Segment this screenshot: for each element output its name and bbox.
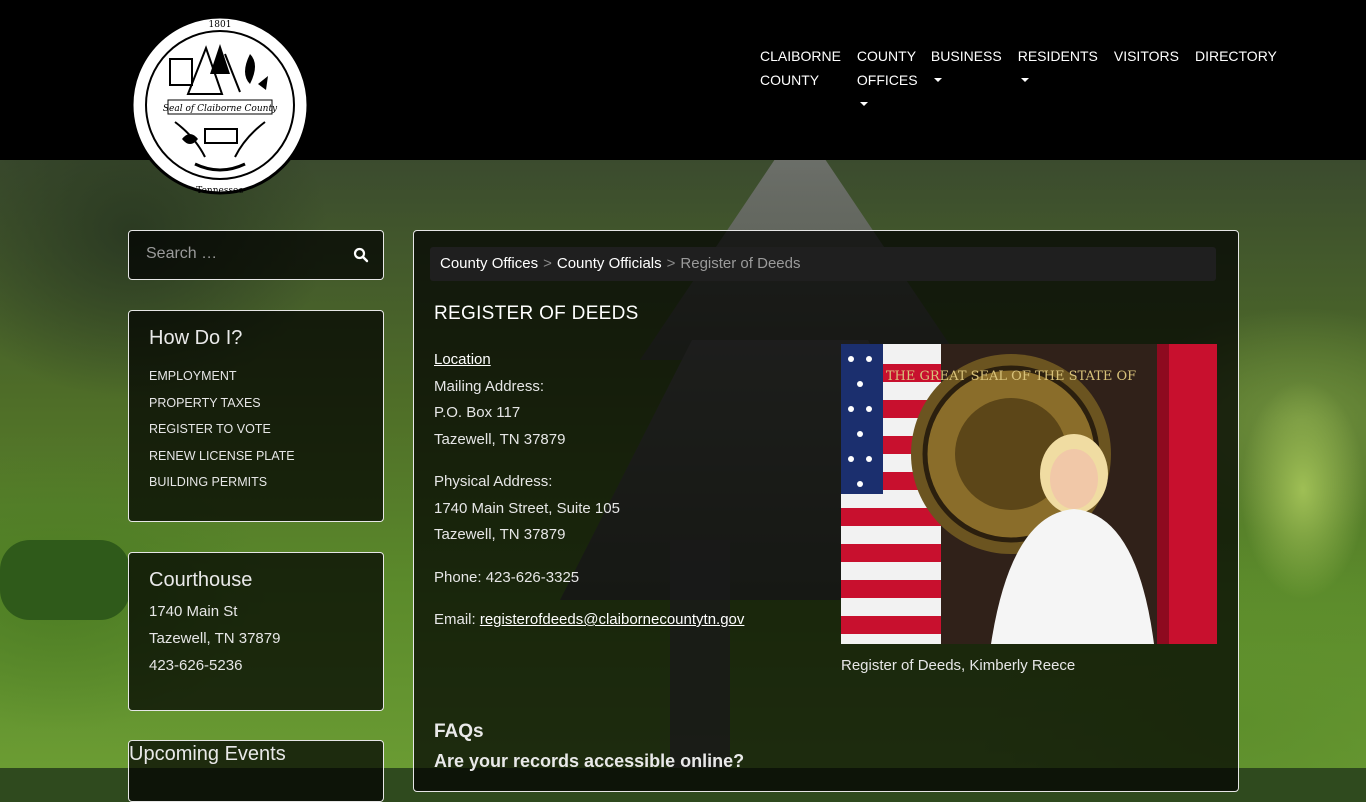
location-heading: Location (434, 351, 491, 368)
nav-label-line2: COUNTY (760, 72, 820, 88)
email-label: Email: (434, 611, 480, 628)
phone-line: Phone: 423-626-3325 (434, 568, 580, 586)
widget-title: Upcoming Events (129, 743, 286, 765)
widget-title: How Do I? (149, 327, 243, 349)
willow-tree (1240, 380, 1366, 600)
search-box: Search … (128, 230, 384, 280)
mailing-label: Mailing Address: (434, 377, 545, 395)
courthouse-city: Tazewell, TN 37879 (149, 630, 281, 647)
contact-info: Location Mailing Address: P.O. Box 117 T… (434, 347, 744, 634)
link-building-permits[interactable]: BUILDING PERMITS (149, 469, 295, 496)
link-property-taxes[interactable]: PROPERTY TAXES (149, 390, 295, 417)
faq-question[interactable]: Are your records accessible online? (434, 751, 744, 772)
seal-name-text: Seal of Claiborne County (163, 104, 278, 114)
search-input[interactable]: Search … (146, 245, 217, 263)
breadcrumb: County Offices > County Officials > Register… (430, 247, 1216, 281)
courthouse-widget: Courthouse 1740 Main St Tazewell, TN 378… (128, 552, 384, 711)
link-register-to-vote[interactable]: REGISTER TO VOTE (149, 416, 295, 443)
physical-label: Physical Address: (434, 473, 553, 490)
nav-label-line2: OFFICES (856, 72, 918, 88)
email-link[interactable]: registerofdeeds@claibornecountytn.gov (480, 611, 745, 628)
courthouse-phone: 423-626-5236 (149, 657, 243, 674)
search-icon[interactable] (353, 247, 369, 263)
nav-label: BUSINESS (930, 48, 1002, 64)
widget-title: Courthouse (149, 569, 253, 591)
page-title: REGISTER OF DEEDS (434, 303, 639, 324)
nav-label-line1: COUNTY (856, 48, 917, 64)
nav-business[interactable]: BUSINESS (931, 44, 1002, 106)
county-seal-logo[interactable]: 1801 Tennessee Seal of Claiborne County (130, 14, 310, 196)
breadcrumb-separator: > (543, 255, 552, 272)
caret-down-icon (859, 102, 868, 106)
email-line: Email: registerofdeeds@claibornecountytn… (434, 607, 744, 634)
nav-county-offices[interactable]: COUNTY OFFICES (856, 44, 918, 106)
main-content: County Offices > County Officials > Register… (413, 230, 1239, 792)
mailing-line1: P.O. Box 117 (434, 404, 521, 421)
photo-caption: Register of Deeds, Kimberly Reece (841, 657, 1076, 674)
photo-seal-text: THE GREAT SEAL OF THE STATE OF (886, 369, 1136, 384)
breadcrumb-county-officials[interactable]: County Officials (557, 255, 662, 272)
nav-residents[interactable]: RESIDENTS (1018, 44, 1098, 106)
upcoming-events-widget: Upcoming Events (128, 740, 384, 802)
breadcrumb-separator: > (666, 255, 676, 272)
breadcrumb-county-offices[interactable]: County Offices (440, 255, 538, 272)
physical-line1: 1740 Main Street, Suite 105 (434, 499, 620, 517)
faqs-heading: FAQs (434, 721, 484, 742)
caret-down-icon (933, 78, 942, 82)
nav-label: VISITORS (1113, 48, 1179, 64)
physical-line2: Tazewell, TN 37879 (434, 526, 566, 543)
link-renew-license-plate[interactable]: RENEW LICENSE PLATE (149, 443, 295, 470)
nav-visitors[interactable]: VISITORS (1114, 44, 1179, 106)
seal-year-text: 1801 (209, 20, 232, 30)
nav-claiborne-county[interactable]: CLAIBORNE COUNTY (760, 44, 841, 106)
mailing-line2: Tazewell, TN 37879 (434, 430, 566, 448)
link-employment[interactable]: EMPLOYMENT (149, 363, 295, 390)
breadcrumb-current: Register of Deeds (680, 255, 801, 272)
seal-state-text: Tennessee (196, 186, 243, 196)
how-do-i-widget: How Do I? EMPLOYMENT PROPERTY TAXES REGI… (128, 310, 384, 522)
courthouse-street: 1740 Main St (149, 603, 238, 620)
nav-label-line1: CLAIBORNE (760, 48, 841, 64)
nav-directory[interactable]: DIRECTORY (1195, 44, 1277, 106)
caret-down-icon (1020, 78, 1029, 82)
nav-label: RESIDENTS (1017, 48, 1098, 64)
hedge (0, 540, 130, 620)
official-photo: THE GREAT SEAL OF THE STATE OF (841, 344, 1217, 644)
nav-label: DIRECTORY (1194, 48, 1277, 64)
main-nav: CLAIBORNE COUNTY COUNTY OFFICES BUSINESS… (760, 44, 1293, 106)
